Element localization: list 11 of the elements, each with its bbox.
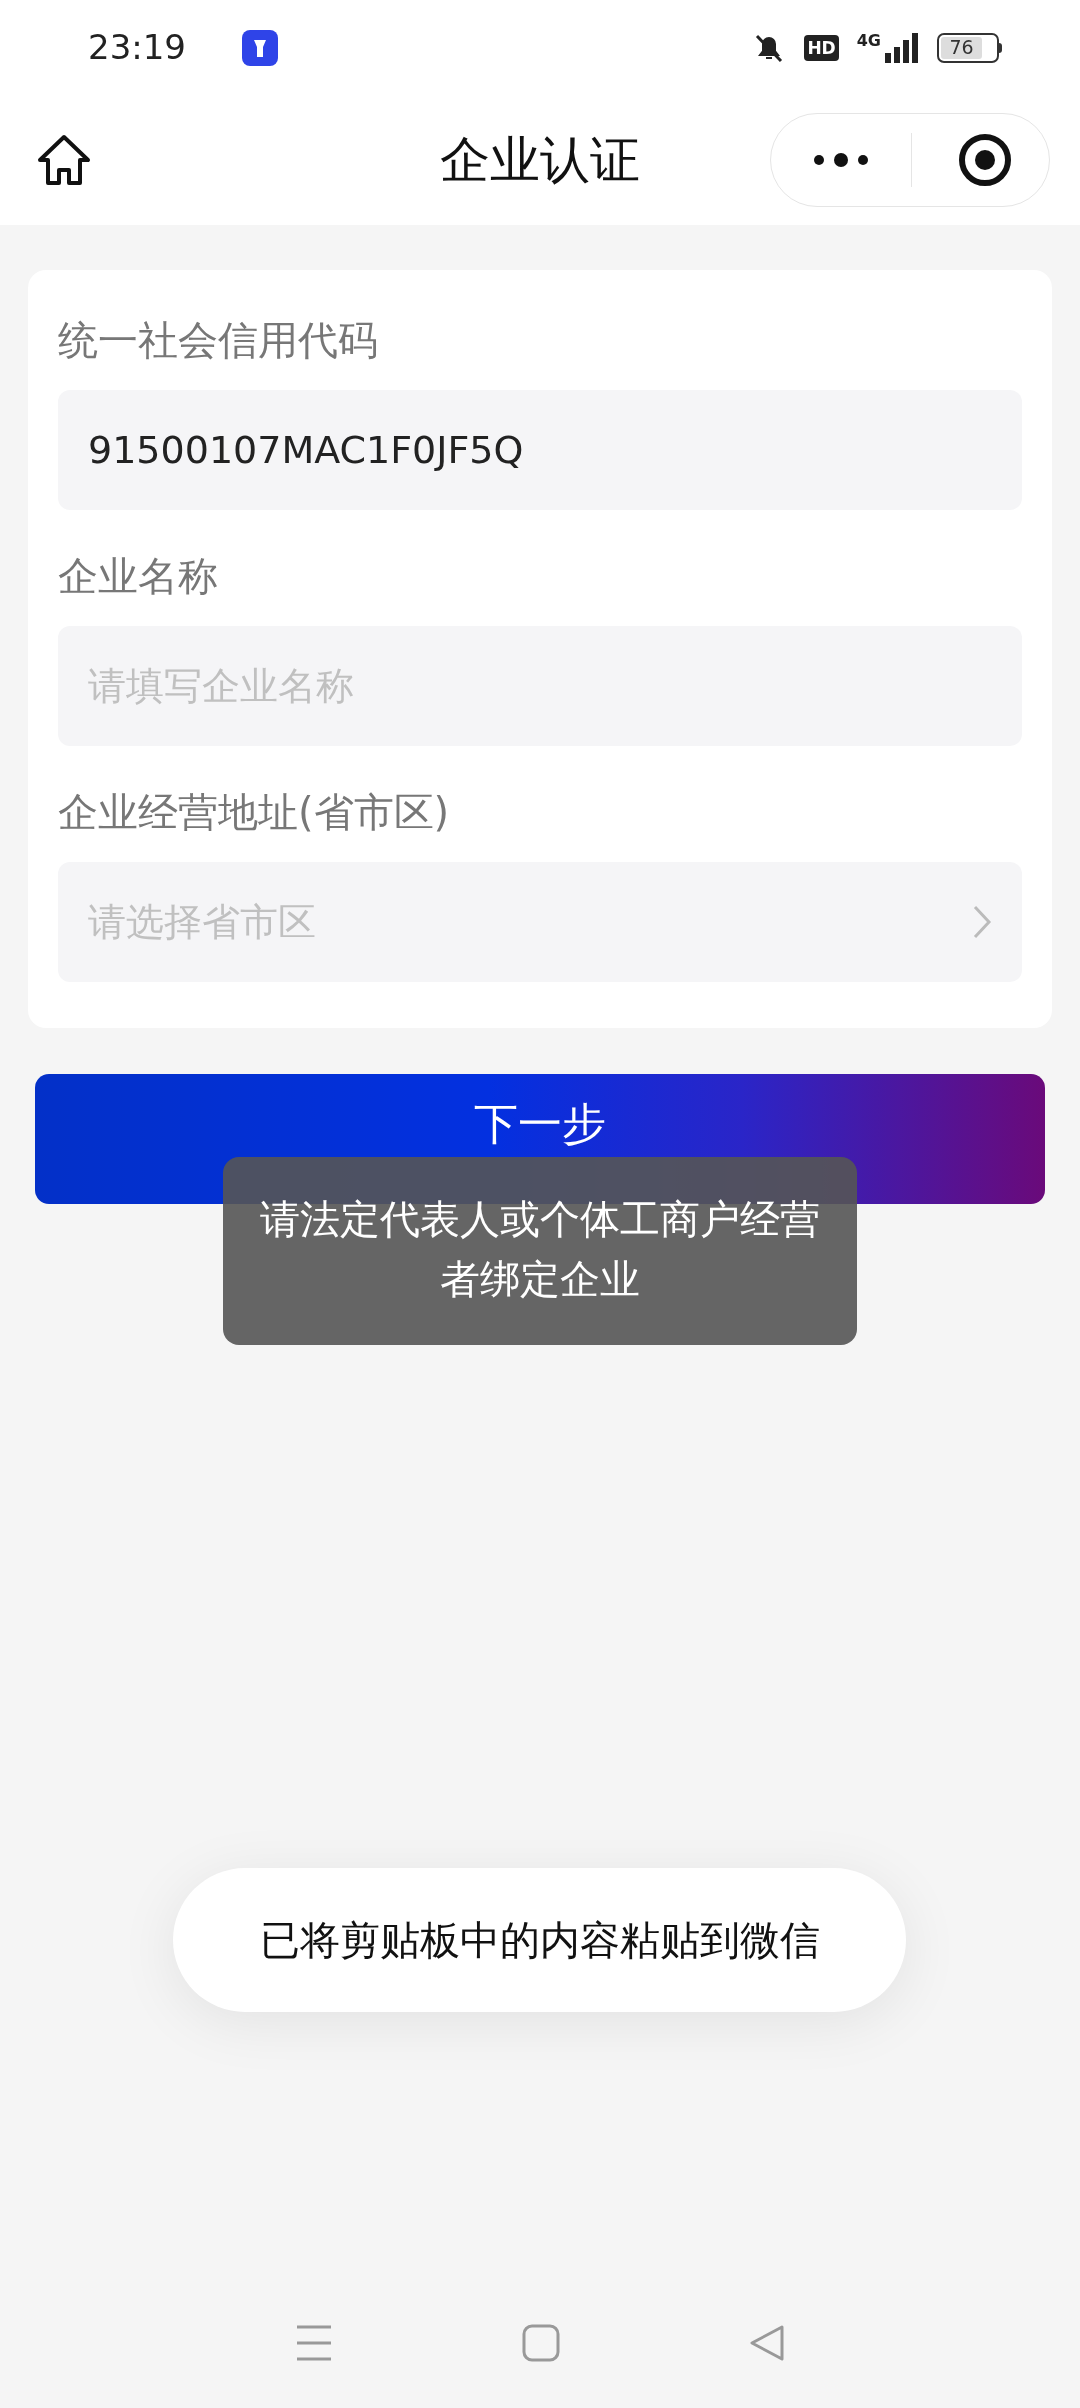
page-title: 企业认证 — [440, 129, 640, 191]
battery-icon: 76 — [937, 32, 1002, 63]
status-time: 23:19 — [88, 26, 186, 69]
field-label: 企业经营地址(省市区) — [58, 788, 450, 837]
toast-message: 请法定代表人或个体工商户经营者绑定企业 — [223, 1157, 857, 1345]
field-label: 统一社会信用代码 — [58, 316, 378, 365]
field-label: 企业名称 — [58, 552, 218, 601]
network-type: 4G — [856, 32, 881, 49]
clipboard-notice: 已将剪贴板中的内容粘贴到微信 — [173, 1868, 906, 2012]
hd-icon: HD — [804, 34, 839, 61]
input-field[interactable]: 91500107MAC1F0JF5Q — [58, 390, 1022, 510]
